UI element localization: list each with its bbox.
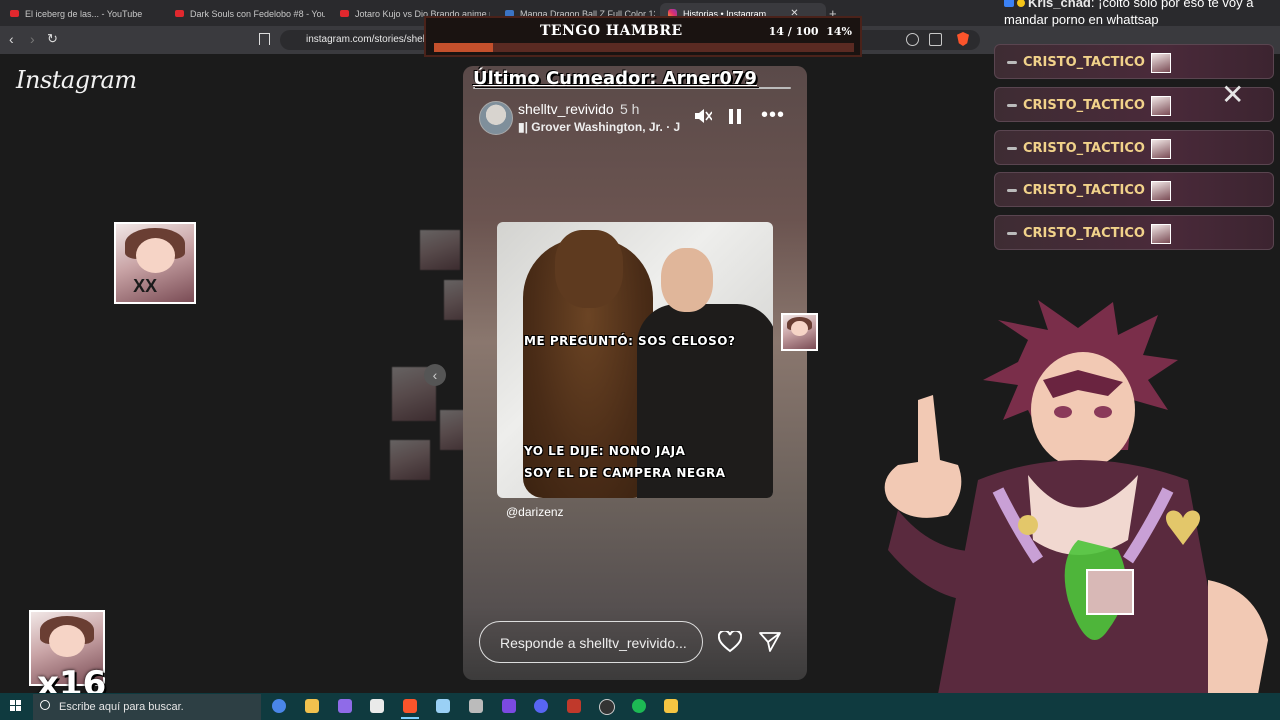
story-image: ME PREGUNTÓ: SOS CELOSO? YO LE DIJE: NON…	[497, 222, 773, 498]
notion-icon[interactable]	[370, 699, 384, 713]
story-username[interactable]: shelltv_revivido	[518, 101, 614, 117]
zoom-icon[interactable]	[906, 33, 919, 46]
vtuber-avatar	[884, 300, 1268, 694]
chat-badge-icon	[1017, 0, 1025, 7]
youtube-icon	[10, 10, 19, 17]
heart-icon[interactable]	[718, 631, 742, 653]
search-icon	[40, 700, 50, 710]
spotify-icon[interactable]	[632, 699, 646, 713]
file-explorer-icon[interactable]	[305, 699, 319, 713]
meme-caption-bottom-2: SOY EL DE CAMPERA NEGRA	[524, 466, 726, 480]
hunger-meter: TENGO HAMBRE 14 / 100 14%	[424, 16, 862, 57]
alert-name: CRISTO_TACTICO	[1023, 183, 1145, 198]
story-credit: @darizenz	[506, 505, 564, 519]
alert-name: CRISTO_TACTICO	[1023, 55, 1145, 70]
taskbar-search-placeholder[interactable]: Escribe aquí para buscar.	[59, 701, 184, 713]
more-options-icon[interactable]: •••	[761, 105, 785, 125]
story-time: 5 h	[620, 101, 640, 117]
youtube-icon	[175, 10, 184, 17]
bear-head	[555, 230, 623, 308]
pause-icon[interactable]	[729, 109, 741, 124]
hunger-fill	[434, 43, 493, 52]
active-app-indicator	[401, 717, 419, 719]
pen-app-icon[interactable]	[338, 699, 352, 713]
chat-username: Kris_chad	[1028, 0, 1091, 10]
avatar[interactable]	[479, 101, 513, 135]
close-story-icon[interactable]: ✕	[1221, 78, 1244, 111]
story-viewer[interactable]: shelltv_revivido 5 h ▮| Grover Washingto…	[463, 66, 807, 680]
alert-name: CRISTO_TACTICO	[1023, 141, 1145, 156]
tab-label: Dark Souls con Fedelobo #8 - YouTub	[190, 8, 325, 19]
send-icon[interactable]	[759, 631, 781, 653]
tab-youtube-darksouls[interactable]: Dark Souls con Fedelobo #8 - YouTub	[175, 3, 325, 24]
meme-caption-top: ME PREGUNTÓ: SOS CELOSO?	[524, 334, 736, 348]
alert-name: CRISTO_TACTICO	[1023, 98, 1145, 113]
meme-caption-bottom-1: YO LE DIJE: NONO JAJA	[524, 444, 686, 458]
app-icon[interactable]	[502, 699, 516, 713]
follow-alert: CRISTO_TACTICO	[994, 130, 1274, 165]
back-button[interactable]: ‹	[9, 31, 14, 47]
music-icon: ▮|	[518, 120, 532, 134]
game-app-icon[interactable]	[567, 699, 581, 713]
tab-youtube-iceberg[interactable]: El iceberg de las... - YouTube	[10, 3, 160, 24]
tab-label: El iceberg de las... - YouTube	[25, 8, 143, 19]
ghost-sticker	[420, 230, 460, 270]
previous-story-button[interactable]: ‹	[424, 364, 446, 386]
last-cumeador-label: Último Cumeador: Arner079	[473, 68, 757, 89]
store-icon[interactable]	[436, 699, 450, 713]
sticker-image: XX	[114, 222, 196, 304]
alert-avatar	[1151, 139, 1171, 159]
alert-avatar	[1151, 224, 1171, 244]
discord-icon[interactable]	[534, 699, 548, 713]
chat-message: Kris_chad: ¡coito solo por eso te voy a …	[1004, 0, 1274, 28]
obs-icon[interactable]	[599, 699, 615, 715]
cast-icon[interactable]	[929, 33, 942, 46]
sticker-image	[781, 313, 818, 351]
hunger-stats: 14 / 100 14%	[768, 25, 852, 38]
alert-avatar	[1151, 53, 1171, 73]
cortana-icon[interactable]	[272, 699, 286, 713]
mute-icon[interactable]	[694, 108, 712, 124]
settings-icon[interactable]	[469, 699, 483, 713]
alert-avatar	[1151, 181, 1171, 201]
windows-start-icon[interactable]	[10, 700, 22, 712]
follow-alert: CRISTO_TACTICO	[994, 215, 1274, 250]
hunger-track	[434, 43, 854, 52]
story-music[interactable]: ▮| Grover Washington, Jr. · Ju	[518, 120, 680, 134]
forward-button[interactable]: ›	[30, 31, 35, 47]
alert-name: CRISTO_TACTICO	[1023, 226, 1145, 241]
ghost-sticker	[390, 440, 430, 480]
youtube-icon	[340, 10, 349, 17]
alert-avatar	[1151, 96, 1171, 116]
follow-alert: CRISTO_TACTICO	[994, 44, 1274, 79]
brave-browser-icon[interactable]	[403, 699, 417, 713]
media-player-icon[interactable]	[664, 699, 678, 713]
reply-input[interactable]: Responde a shelltv_revivido...	[479, 621, 703, 663]
url-text[interactable]: instagram.com/stories/shellt	[306, 34, 430, 45]
bookmark-icon[interactable]	[259, 33, 270, 45]
man-head	[661, 248, 713, 312]
hunger-title: TENGO HAMBRE	[540, 23, 683, 39]
instagram-logo[interactable]: Instagram	[16, 66, 137, 94]
chat-badge-icon	[1004, 0, 1014, 7]
reload-button[interactable]: ↻	[47, 31, 58, 47]
follow-alert: CRISTO_TACTICO	[994, 172, 1274, 207]
